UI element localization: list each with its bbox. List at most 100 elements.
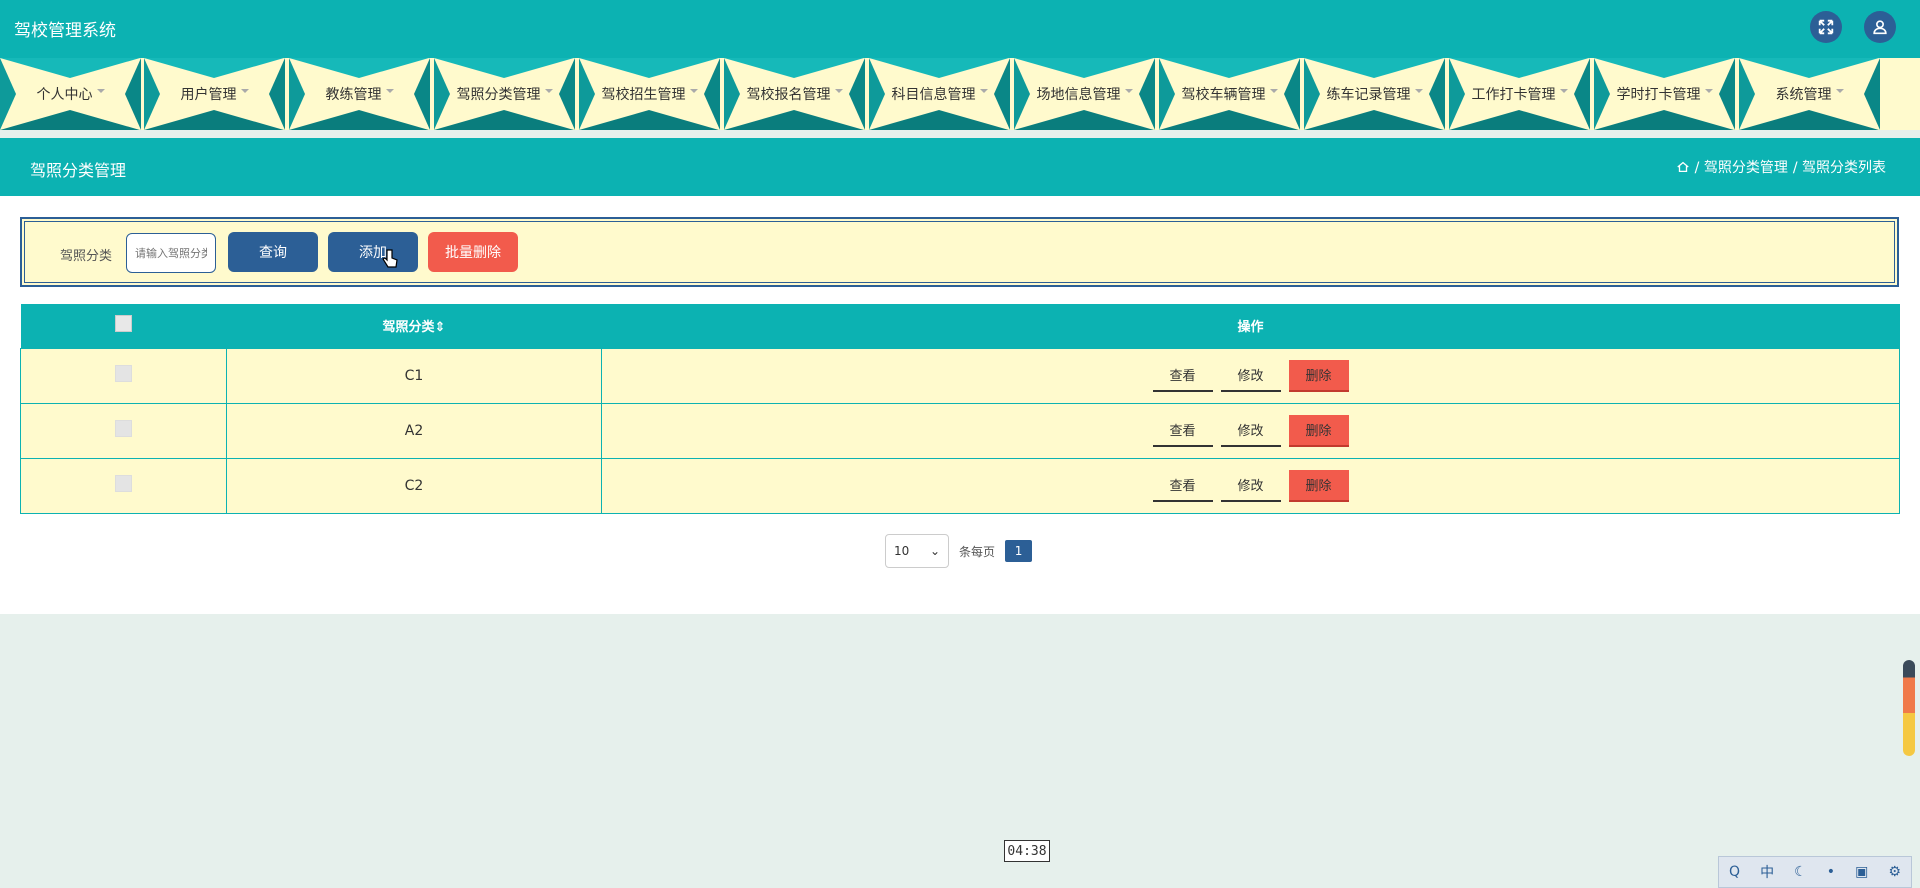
nav-label: 驾校车辆管理	[1181, 87, 1266, 103]
batch-delete-button[interactable]: 批量删除	[428, 232, 518, 272]
edit-button[interactable]: 修改	[1220, 469, 1281, 502]
nav-item-practice-records[interactable]: 练车记录管理	[1304, 58, 1445, 130]
fullscreen-icon[interactable]	[1810, 11, 1842, 43]
app-title: 驾校管理系统	[14, 21, 116, 41]
nav-label: 练车记录管理	[1326, 87, 1411, 103]
breadcrumb-item[interactable]: / 驾照分类管理	[1695, 157, 1788, 177]
nav-label: 学时打卡管理	[1616, 87, 1701, 103]
page-number-button[interactable]: 1	[1005, 540, 1033, 562]
nav-item-subject-info[interactable]: 科目信息管理	[869, 58, 1010, 130]
table-header-row: 驾照分类⇕ 操作	[20, 304, 1900, 348]
category-cell: C2	[226, 457, 602, 514]
ime-settings-icon[interactable]: ⚙	[1888, 864, 1901, 880]
chevron-down-icon	[1124, 89, 1133, 93]
page-size-select[interactable]: 10 ⌄	[885, 534, 949, 568]
chevron-down-icon	[834, 89, 843, 93]
chevron-down-icon	[1704, 89, 1713, 93]
row-checkbox[interactable]	[115, 420, 132, 437]
breadcrumb-item-current: / 驾照分类列表	[1792, 160, 1886, 176]
search-input[interactable]	[126, 233, 216, 273]
chevron-down-icon	[544, 89, 553, 93]
nav-label: 驾校招生管理	[601, 87, 686, 103]
ime-logo-icon[interactable]: Q	[1729, 864, 1740, 880]
chevron-down-icon	[1835, 89, 1844, 93]
chevron-down-icon	[96, 89, 105, 93]
ime-language-icon[interactable]: 中	[1760, 862, 1774, 882]
chevron-down-icon	[385, 89, 394, 93]
nav-item-work-checkin[interactable]: 工作打卡管理	[1449, 58, 1590, 130]
timer-badge: 04:38	[1004, 840, 1050, 862]
nav-item-vehicles[interactable]: 驾校车辆管理	[1159, 58, 1300, 130]
row-select-cell	[20, 402, 227, 459]
delete-button[interactable]: 删除	[1288, 359, 1349, 392]
nav-item-venue-info[interactable]: 场地信息管理	[1014, 58, 1155, 130]
main-nav: 个人中心 用户管理 教练管理 驾照分类管理 驾校招生管理 驾校报名管理 科目信息…	[0, 58, 1920, 130]
nav-item-personal-center[interactable]: 个人中心	[0, 58, 141, 130]
page-size-value: 10	[894, 544, 910, 558]
search-label: 驾照分类	[60, 249, 113, 264]
query-button[interactable]: 查询	[228, 232, 318, 272]
chevron-down-icon	[689, 89, 698, 93]
table-row: C2 查看 修改 删除	[20, 457, 1900, 514]
actions-cell: 查看 修改 删除	[601, 347, 1900, 404]
ime-toolbar: Q 中 ☾ • ▣ ⚙	[1718, 856, 1912, 888]
sort-icon: ⇕	[434, 320, 446, 336]
chevron-down-icon	[240, 89, 249, 93]
nav-label: 场地信息管理	[1036, 87, 1121, 103]
nav-label: 工作打卡管理	[1471, 87, 1556, 103]
hand-cursor-icon	[382, 249, 398, 268]
nav-item-hours-checkin[interactable]: 学时打卡管理	[1594, 58, 1735, 130]
actions-cell: 查看 修改 删除	[601, 402, 1900, 459]
nav-label: 驾照分类管理	[456, 87, 541, 103]
ime-punctuation-icon[interactable]: •	[1827, 864, 1835, 880]
select-all-checkbox[interactable]	[115, 315, 132, 333]
scrollbar[interactable]	[1903, 660, 1915, 756]
home-icon[interactable]	[1676, 160, 1690, 174]
top-bar: 驾校管理系统	[0, 0, 1920, 58]
nav-item-system-management[interactable]: 系统管理	[1739, 58, 1880, 130]
category-cell: C1	[226, 347, 602, 404]
user-avatar-icon[interactable]	[1864, 11, 1896, 43]
breadcrumb: / 驾照分类管理 / 驾照分类列表	[1676, 157, 1886, 177]
edit-button[interactable]: 修改	[1220, 414, 1281, 447]
nav-label: 系统管理	[1775, 87, 1832, 103]
nav-item-user-management[interactable]: 用户管理	[144, 58, 285, 130]
edit-button[interactable]: 修改	[1220, 359, 1281, 392]
chevron-down-icon	[979, 89, 988, 93]
table-row: C1 查看 修改 删除	[20, 347, 1900, 404]
chevron-down-icon	[1269, 89, 1278, 93]
row-select-cell	[20, 457, 227, 514]
ime-moon-icon[interactable]: ☾	[1794, 864, 1807, 880]
actions-cell: 查看 修改 删除	[601, 457, 1900, 514]
select-all-cell	[20, 304, 227, 348]
chevron-down-icon: ⌄	[929, 544, 940, 558]
nav-item-coach-management[interactable]: 教练管理	[289, 58, 430, 130]
nav-label: 驾校报名管理	[746, 87, 831, 103]
nav-label: 教练管理	[325, 87, 382, 103]
nav-item-enrollment[interactable]: 驾校招生管理	[579, 58, 720, 130]
chevron-down-icon	[1414, 89, 1423, 93]
nav-label: 科目信息管理	[891, 87, 976, 103]
view-button[interactable]: 查看	[1152, 359, 1213, 392]
category-cell: A2	[226, 402, 602, 459]
row-checkbox[interactable]	[115, 365, 132, 382]
nav-item-registration[interactable]: 驾校报名管理	[724, 58, 865, 130]
actions-column-header: 操作	[601, 304, 1900, 348]
row-select-cell	[20, 347, 227, 404]
nav-item-license-category[interactable]: 驾照分类管理	[434, 58, 575, 130]
page-title: 驾照分类管理	[30, 161, 127, 180]
page-banner: 驾照分类管理 / 驾照分类管理 / 驾照分类列表	[0, 138, 1920, 196]
chevron-down-icon	[1559, 89, 1568, 93]
add-button[interactable]: 添加	[328, 232, 418, 272]
ime-keyboard-icon[interactable]: ▣	[1855, 864, 1868, 880]
view-button[interactable]: 查看	[1152, 414, 1213, 447]
delete-button[interactable]: 删除	[1288, 469, 1349, 502]
row-checkbox[interactable]	[115, 475, 132, 492]
nav-label: 用户管理	[180, 87, 237, 103]
category-column-header[interactable]: 驾照分类⇕	[226, 304, 602, 348]
delete-button[interactable]: 删除	[1288, 414, 1349, 447]
column-header-label: 驾照分类	[382, 320, 435, 336]
view-button[interactable]: 查看	[1152, 469, 1213, 502]
nav-label: 个人中心	[36, 87, 93, 103]
per-page-label: 条每页	[959, 544, 996, 559]
